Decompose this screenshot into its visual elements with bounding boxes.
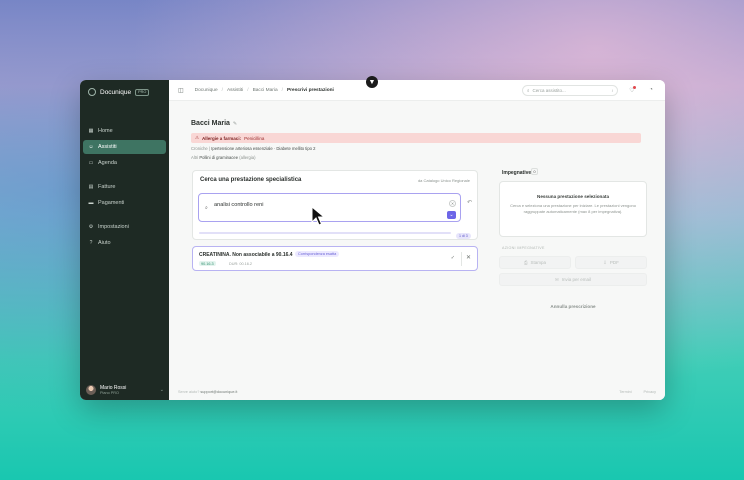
edit-icon[interactable]: ✎ xyxy=(233,121,237,127)
sidebar-item-assistiti[interactable]: ☺ Assistiti xyxy=(83,140,166,154)
result-count-badge: 1 di 3 xyxy=(456,233,471,239)
submit-search-button[interactable]: ⌄ xyxy=(447,211,456,219)
sidebar-nav: ▦ Home ☺ Assistiti ▭ Agenda ▤ Fatture ▬ … xyxy=(80,104,169,250)
user-menu[interactable]: Mario Rossi Piano PRO ⌄ xyxy=(86,385,164,395)
sidebar-item-label: Home xyxy=(98,128,113,134)
sidebar-item-pagamenti[interactable]: ▬ Pagamenti xyxy=(83,196,166,210)
spec-search-input[interactable]: ⌕ analisi controllo reni ✕ ⌄ xyxy=(198,193,461,222)
footer: Serve aiuto? support@docunique.it Termin… xyxy=(169,384,665,400)
other-line: Altri Pollini di graminacee (allergia) xyxy=(191,155,256,160)
sidebar-item-label: Agenda xyxy=(98,160,117,166)
breadcrumb-item[interactable]: Assistiti xyxy=(227,88,243,93)
sidebar-toggle-icon[interactable]: ◫ xyxy=(178,87,184,94)
topbar: ◫ Docunique / Assistiti / Bacci Maria / … xyxy=(169,80,665,101)
page-title: Bacci Maria ✎ xyxy=(191,120,238,127)
match-tag: Corrispondenza esatta xyxy=(295,251,340,257)
mouse-cursor-icon xyxy=(311,206,325,226)
plan-badge: PRO xyxy=(135,88,150,96)
clear-icon[interactable]: ✕ xyxy=(449,200,456,207)
sidebar: Docunique PRO ▦ Home ☺ Assistiti ▭ Agend… xyxy=(80,80,169,400)
undo-icon[interactable]: ↶ xyxy=(467,199,472,206)
window-notch-icon: ▼ xyxy=(366,76,378,88)
cancel-prescription-button[interactable]: Annulla prescrizione xyxy=(499,304,647,309)
result-row[interactable]: CREATININA. Non associabile a 90.16.4 Co… xyxy=(192,246,478,271)
sidebar-item-label: Fatture xyxy=(98,184,116,190)
spec-search-value: analisi controllo reni xyxy=(214,202,264,208)
catalog-link[interactable]: da Catalogo Unico Regionale xyxy=(418,178,470,183)
empty-state-desc: Cerca e seleziona una prestazione per in… xyxy=(510,203,636,214)
person-icon: ☺ xyxy=(88,144,94,150)
grid-icon: ▦ xyxy=(88,128,94,134)
app-name: Docunique xyxy=(100,88,132,96)
panel-count-badge: 0 xyxy=(531,168,538,175)
terms-link[interactable]: Termini xyxy=(619,390,631,394)
allergy-label: Allergie a farmaci: xyxy=(202,135,242,141)
other-value: Pollini di graminacee xyxy=(199,155,239,160)
search-icon: ⌕ xyxy=(527,87,530,93)
actions-section-label: AZIONI IMPEGNATIVE xyxy=(502,246,545,250)
empty-state-title: Nessuna prestazione selezionata xyxy=(537,194,609,199)
search-shortcut: / xyxy=(611,87,613,93)
chevron-down-icon: ⌄ xyxy=(159,387,164,393)
calendar-icon: ▭ xyxy=(88,160,94,166)
search-icon: ⌕ xyxy=(205,205,208,211)
confirm-icon[interactable]: ✓ xyxy=(451,255,455,261)
help-text: Serve aiuto? xyxy=(178,390,200,394)
main-area: ◫ Docunique / Assistiti / Bacci Maria / … xyxy=(169,80,665,400)
bell-icon[interactable]: ◔ xyxy=(646,85,656,95)
card-title: Cerca una prestazione specialistica xyxy=(200,177,302,183)
search-input[interactable]: ⌕ Cerca assistito... / xyxy=(522,84,618,96)
pdf-button[interactable]: ⇩ PDF xyxy=(575,256,647,269)
result-code: 90.16.3 xyxy=(199,261,216,266)
breadcrumb-current: Prescrivi prestazioni xyxy=(286,87,334,93)
printer-icon: ⎙ xyxy=(523,260,528,265)
print-button[interactable]: ⎙ Stampa xyxy=(499,256,571,269)
sidebar-item-label: Assistiti xyxy=(98,144,117,150)
spec-search-card: Cerca una prestazione specialistica da C… xyxy=(192,170,478,240)
card-icon: ▬ xyxy=(88,200,94,206)
download-icon: ⇩ xyxy=(603,259,607,265)
warning-icon: ⚠ xyxy=(195,135,200,140)
user-role: Piano PRO xyxy=(100,391,119,395)
brand[interactable]: Docunique PRO xyxy=(80,80,169,104)
allergy-value: Penicillina xyxy=(244,135,265,141)
avatar xyxy=(86,385,96,395)
help-icon: ? xyxy=(89,240,93,246)
result-title: CREATININA. Non associabile a 90.16.4 xyxy=(199,252,293,258)
chronic-line: Croniche | Ipertensione arteriosa essenz… xyxy=(191,146,316,151)
support-email-link[interactable]: support@docunique.it xyxy=(200,390,237,394)
sidebar-item-label: Impostazioni xyxy=(98,224,129,230)
sidebar-item-label: Aiuto xyxy=(98,240,111,246)
sidebar-item-label: Pagamenti xyxy=(98,200,125,206)
breadcrumb-item[interactable]: Bacci Maria xyxy=(253,88,278,93)
notifications-alert-icon[interactable]: ♡ xyxy=(627,85,637,95)
privacy-link[interactable]: Privacy xyxy=(644,390,656,394)
breadcrumb-item[interactable]: Docunique xyxy=(195,88,218,93)
sidebar-item-fatture[interactable]: ▤ Fatture xyxy=(83,180,166,194)
empty-state-card: Nessuna prestazione selezionata Cerca e … xyxy=(499,181,647,237)
sidebar-item-agenda[interactable]: ▭ Agenda xyxy=(83,156,166,170)
gear-icon: ⚙ xyxy=(88,224,94,230)
search-placeholder: Cerca assistito... xyxy=(532,87,566,93)
mail-icon: ✉ xyxy=(554,276,559,282)
sidebar-item-home[interactable]: ▦ Home xyxy=(83,124,166,138)
result-code-secondary: DUR: 00.16.2 xyxy=(229,261,253,266)
chronic-values: Ipertensione arteriosa essenziale · Diab… xyxy=(211,146,316,151)
suggestion-bar xyxy=(199,232,451,234)
sidebar-item-aiuto[interactable]: ? Aiuto xyxy=(83,236,166,250)
close-icon[interactable]: ✕ xyxy=(466,254,471,261)
panel-title: Impegnative xyxy=(502,170,532,176)
sidebar-item-impostazioni[interactable]: ⚙ Impostazioni xyxy=(83,220,166,234)
app-window: Docunique PRO ▦ Home ☺ Assistiti ▭ Agend… xyxy=(80,80,665,400)
email-button[interactable]: ✉ Invia per email xyxy=(499,273,647,286)
logo-icon xyxy=(88,88,96,96)
allergy-alert: ⚠ Allergie a farmaci: Penicillina xyxy=(191,133,641,143)
invoice-icon: ▤ xyxy=(88,184,94,190)
